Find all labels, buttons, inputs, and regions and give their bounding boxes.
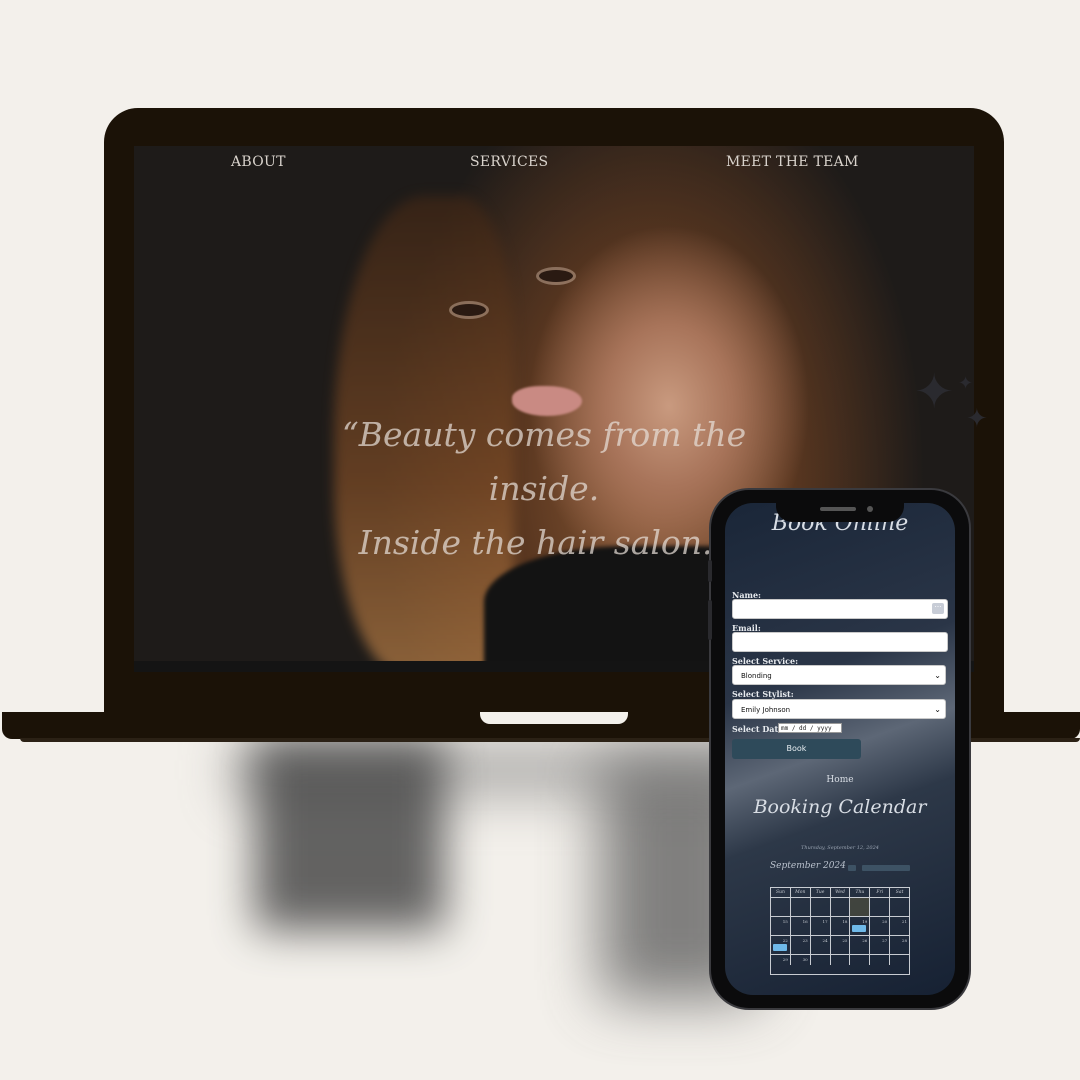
calendar-header-row: Sun Mon Tue Wed Thu Fri Sat	[771, 888, 909, 898]
service-select-value: Blonding	[741, 672, 772, 680]
service-select[interactable]: Blonding ⌄	[732, 665, 946, 685]
calendar-day[interactable]: 20	[870, 917, 891, 935]
calendar-week-row	[771, 898, 909, 917]
day-number: 28	[901, 938, 908, 943]
calendar-prev-button[interactable]	[848, 865, 856, 871]
day-number: 15	[782, 919, 788, 924]
chevron-down-icon: ⌄	[934, 705, 941, 714]
calendar-day[interactable]	[811, 955, 831, 965]
day-number: 29	[782, 957, 788, 962]
day-number: 30	[802, 957, 808, 962]
book-button[interactable]: Book	[732, 739, 861, 759]
day-number: 21	[901, 919, 908, 924]
calendar-day-today[interactable]	[850, 898, 871, 916]
phone-screen: Book Online Name: ⋯ Email: Select Servic…	[725, 503, 955, 995]
calendar-day[interactable]: 27	[870, 936, 891, 954]
calendar-day[interactable]: 29	[771, 955, 791, 965]
email-field[interactable]	[732, 632, 948, 652]
calendar-day[interactable]	[831, 898, 851, 916]
calendar-day[interactable]: 17	[811, 917, 831, 935]
phone-side-button	[708, 560, 712, 582]
home-link[interactable]: Home	[725, 775, 955, 785]
calendar-day[interactable]: 19	[850, 917, 871, 935]
hero-eye-right	[539, 270, 573, 282]
calendar-day[interactable]	[831, 955, 851, 965]
phone-volume-button	[708, 600, 712, 640]
day-number: 22	[782, 938, 788, 943]
calendar-day[interactable]	[890, 955, 909, 965]
calendar-week-row: 22 23 24 25 26 27 28	[771, 936, 909, 955]
nav-services-link[interactable]: SERVICES	[470, 154, 548, 170]
nav-team-link[interactable]: MEET THE TEAM	[726, 154, 859, 170]
day-number: 24	[822, 938, 828, 943]
sparkle-tiny-icon: ✦	[958, 373, 974, 394]
date-input-placeholder: mm / dd / yyyy	[781, 725, 832, 732]
calendar-event[interactable]	[852, 925, 867, 932]
calendar-day[interactable]: 26	[850, 936, 871, 954]
hero-quote-line-1: “Beauty comes from the inside.	[341, 415, 747, 508]
calendar-week-row: 29 30	[771, 955, 909, 965]
weekday-sat: Sat	[895, 890, 904, 895]
day-number: 19	[862, 919, 868, 924]
stylist-select[interactable]: Emily Johnson ⌄	[732, 699, 946, 719]
calendar-grid: Sun Mon Tue Wed Thu Fri Sat 15 16 17 18 …	[770, 887, 910, 975]
weekday-thu: Thu	[850, 888, 871, 897]
calendar-day[interactable]	[850, 955, 871, 965]
day-number: 26	[862, 938, 868, 943]
calendar-day[interactable]	[791, 898, 811, 916]
calendar-day[interactable]: 15	[771, 917, 791, 935]
calendar-day[interactable]	[870, 898, 891, 916]
phone-camera	[867, 506, 873, 512]
calendar-day[interactable]	[870, 955, 891, 965]
day-number: 20	[882, 919, 888, 924]
calendar-day[interactable]: 23	[791, 936, 811, 954]
hero-eye-left	[452, 304, 486, 316]
day-number: 18	[842, 919, 848, 924]
calendar-day[interactable]: 25	[831, 936, 851, 954]
weekday-tue: Tue	[811, 888, 831, 897]
sparkle-icon: ✦	[914, 364, 955, 420]
calendar-today-button[interactable]	[862, 865, 910, 871]
calendar-event[interactable]	[773, 944, 787, 951]
day-number: 16	[802, 919, 808, 924]
calendar-day[interactable]: 30	[791, 955, 811, 965]
calendar-week-row: 15 16 17 18 19 20 21	[771, 917, 909, 936]
nav-about-link[interactable]: ABOUT	[231, 154, 286, 170]
calendar-month-label: September 2024	[770, 861, 846, 871]
stylist-label: Select Stylist:	[732, 689, 794, 699]
weekday-mon: Mon	[791, 888, 811, 897]
day-number: 17	[822, 919, 828, 924]
laptop-trackpad-notch	[480, 712, 628, 724]
day-number: 23	[802, 938, 808, 943]
laptop-shadow-block	[255, 740, 445, 930]
calendar-day[interactable]: 22	[771, 936, 791, 954]
calendar-day[interactable]	[771, 898, 791, 916]
calendar-day[interactable]	[811, 898, 831, 916]
calendar-day[interactable]: 24	[811, 936, 831, 954]
day-number: 27	[882, 938, 888, 943]
calendar-day[interactable]: 21	[890, 917, 909, 935]
calendar-day[interactable]	[890, 898, 909, 916]
date-input[interactable]: mm / dd / yyyy	[778, 723, 842, 733]
weekday-sun: Sun	[771, 888, 791, 897]
weekday-fri: Fri	[870, 888, 891, 897]
booking-calendar-title: Booking Calendar	[753, 796, 927, 818]
calendar-day[interactable]: 16	[791, 917, 811, 935]
current-date-label: Thursday, September 12, 2024	[801, 845, 879, 851]
calendar-day[interactable]: 18	[831, 917, 851, 935]
name-field[interactable]: ⋯	[732, 599, 948, 619]
chevron-down-icon: ⌄	[934, 671, 941, 680]
site-nav: ABOUT SERVICES MEET THE TEAM	[134, 154, 974, 174]
autofill-icon[interactable]: ⋯	[932, 603, 944, 614]
stylist-select-value: Emily Johnson	[741, 706, 791, 714]
phone-speaker	[820, 507, 856, 511]
weekday-wed: Wed	[831, 888, 851, 897]
day-number: 25	[842, 938, 848, 943]
calendar-day[interactable]: 28	[890, 936, 909, 954]
